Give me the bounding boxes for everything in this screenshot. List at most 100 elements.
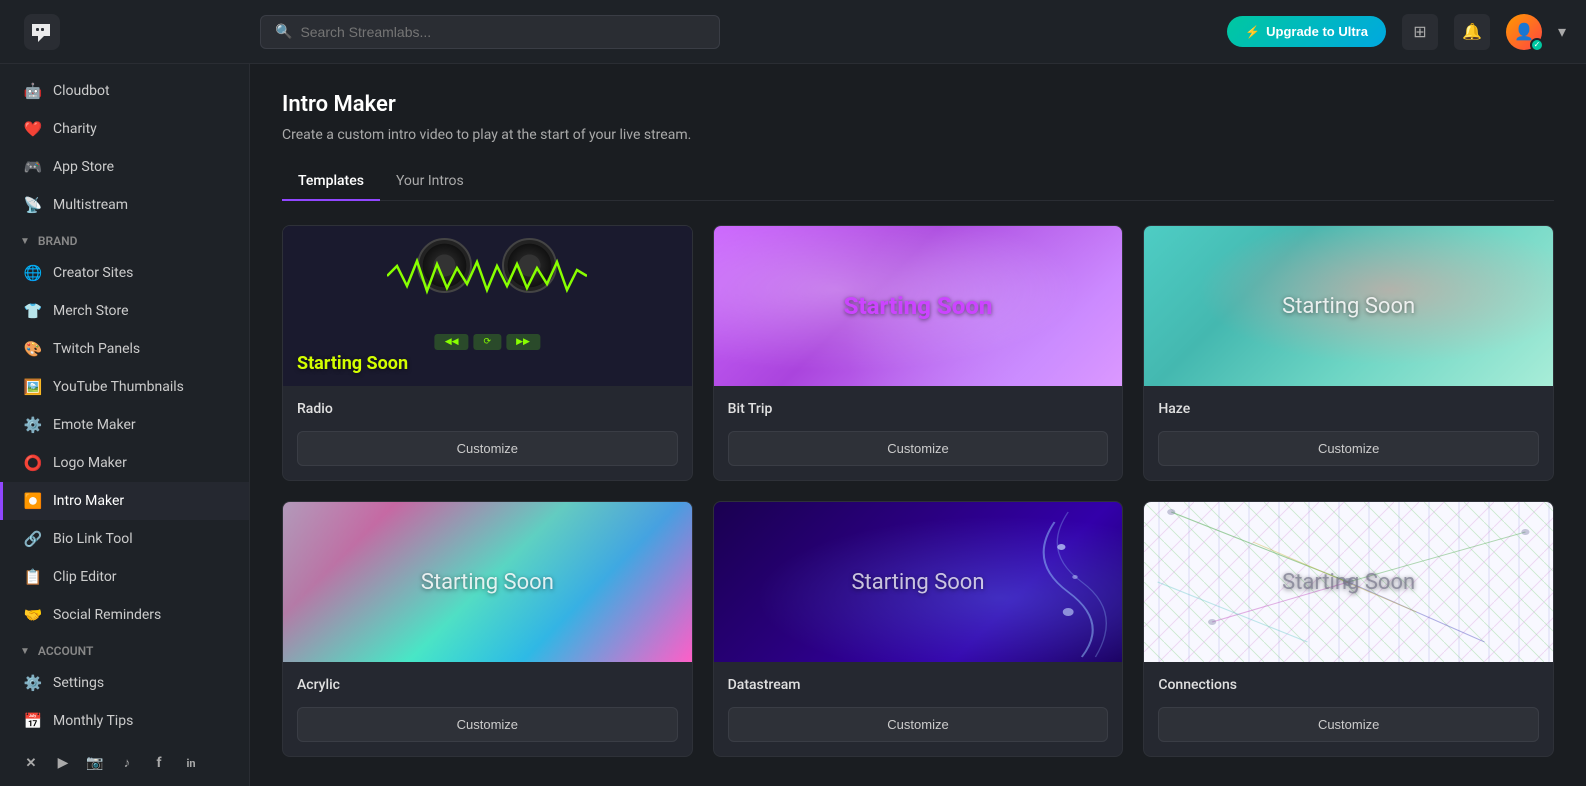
sidebar-item-cloudbot[interactable]: 🤖 Cloudbot bbox=[0, 72, 249, 110]
template-grid: ◀◀ ⟳ ▶▶ Starting Soon Radio Customize St… bbox=[282, 225, 1554, 757]
avatar-chevron[interactable]: ▾ bbox=[1558, 22, 1566, 41]
sidebar-item-emote-maker[interactable]: ⚙️ Emote Maker bbox=[0, 406, 249, 444]
sidebar-item-label: Twitch Panels bbox=[53, 341, 140, 357]
social-reminders-icon: 🤝 bbox=[23, 605, 43, 625]
sidebar-item-label: Merch Store bbox=[53, 303, 129, 319]
sidebar-item-label: Monthly Tips bbox=[53, 713, 133, 729]
haze-preview-text: Starting Soon bbox=[1282, 294, 1415, 319]
template-preview-datastream: Starting Soon bbox=[714, 502, 1123, 662]
radio-bg: ◀◀ ⟳ ▶▶ Starting Soon bbox=[283, 226, 692, 386]
template-name-haze: Haze bbox=[1158, 401, 1190, 417]
sidebar-item-multistream[interactable]: 📡 Multistream bbox=[0, 186, 249, 224]
logo[interactable] bbox=[20, 10, 64, 54]
template-name-acrylic: Acrylic bbox=[297, 677, 340, 693]
facebook-icon[interactable]: f bbox=[148, 752, 170, 774]
sidebar-item-monthly-tips[interactable]: 📅 Monthly Tips bbox=[0, 702, 249, 740]
sidebar-item-label: Settings bbox=[53, 675, 104, 691]
avatar-badge: ✓ bbox=[1530, 38, 1544, 52]
emote-maker-icon: ⚙️ bbox=[23, 415, 43, 435]
sidebar-item-social-reminders[interactable]: 🤝 Social Reminders bbox=[0, 596, 249, 634]
brand-section-header[interactable]: ▼ Brand bbox=[0, 224, 249, 254]
merch-store-icon: 👕 bbox=[23, 301, 43, 321]
template-info-bittrip: Bit Trip bbox=[714, 386, 1123, 421]
upgrade-button[interactable]: ⚡ Upgrade to Ultra bbox=[1227, 16, 1386, 47]
sidebar-item-merch-store[interactable]: 👕 Merch Store bbox=[0, 292, 249, 330]
tiktok-icon[interactable]: ♪ bbox=[116, 752, 138, 774]
template-preview-haze: Starting Soon bbox=[1144, 226, 1553, 386]
sidebar-item-appstore[interactable]: 🎮 App Store bbox=[0, 148, 249, 186]
grid-button[interactable]: ⊞ bbox=[1402, 14, 1438, 50]
sidebar-item-label: Bio Link Tool bbox=[53, 531, 133, 547]
linkedin-icon[interactable]: in bbox=[180, 752, 202, 774]
social-icons-row: ✕ ▶ 📷 ♪ f in 💬 bbox=[0, 740, 249, 786]
sidebar-item-label: Multistream bbox=[53, 197, 128, 213]
template-card-bittrip: Starting Soon Bit Trip Customize bbox=[713, 225, 1124, 481]
sidebar-item-label: Cloudbot bbox=[53, 83, 110, 99]
sidebar-item-creator-sites[interactable]: 🌐 Creator Sites bbox=[0, 254, 249, 292]
account-section-header[interactable]: ▼ Account bbox=[0, 634, 249, 664]
main-layout: 🤖 Cloudbot ❤️ Charity 🎮 App Store 📡 Mult… bbox=[0, 64, 1586, 786]
page-title: Intro Maker bbox=[282, 92, 1554, 117]
tab-templates[interactable]: Templates bbox=[282, 165, 380, 201]
notifications-button[interactable]: 🔔 bbox=[1454, 14, 1490, 50]
sidebar-item-label: Emote Maker bbox=[53, 417, 136, 433]
youtube-icon[interactable]: ▶ bbox=[52, 752, 74, 774]
sidebar-item-clip-editor[interactable]: 📋 Clip Editor bbox=[0, 558, 249, 596]
template-card-haze: Starting Soon Haze Customize bbox=[1143, 225, 1554, 481]
template-info-acrylic: Acrylic bbox=[283, 662, 692, 697]
sidebar-item-settings[interactable]: ⚙️ Settings bbox=[0, 664, 249, 702]
template-name-bittrip: Bit Trip bbox=[728, 401, 773, 417]
template-preview-bittrip: Starting Soon bbox=[714, 226, 1123, 386]
grid-icon: ⊞ bbox=[1413, 22, 1426, 41]
account-chevron-icon: ▼ bbox=[20, 646, 30, 657]
template-name-radio: Radio bbox=[297, 401, 333, 417]
content-area: Intro Maker Create a custom intro video … bbox=[250, 64, 1586, 786]
customize-button-datastream[interactable]: Customize bbox=[728, 707, 1109, 742]
twitch-panels-icon: 🎨 bbox=[23, 339, 43, 359]
customize-button-radio[interactable]: Customize bbox=[297, 431, 678, 466]
template-card-radio: ◀◀ ⟳ ▶▶ Starting Soon Radio Customize bbox=[282, 225, 693, 481]
settings-icon: ⚙️ bbox=[23, 673, 43, 693]
sidebar: 🤖 Cloudbot ❤️ Charity 🎮 App Store 📡 Mult… bbox=[0, 64, 250, 786]
monthly-tips-icon: 📅 bbox=[23, 711, 43, 731]
template-preview-connections: Starting Soon bbox=[1144, 502, 1553, 662]
sidebar-item-twitch-panels[interactable]: 🎨 Twitch Panels bbox=[0, 330, 249, 368]
sidebar-item-intro-maker[interactable]: ⏺️ Intro Maker bbox=[0, 482, 249, 520]
appstore-icon: 🎮 bbox=[23, 157, 43, 177]
template-preview-acrylic: Starting Soon bbox=[283, 502, 692, 662]
avatar-button[interactable]: 👤 ✓ bbox=[1506, 14, 1542, 50]
logo-maker-icon: ⭕ bbox=[23, 453, 43, 473]
sidebar-item-youtube-thumbnails[interactable]: 🖼️ YouTube Thumbnails bbox=[0, 368, 249, 406]
upgrade-label: Upgrade to Ultra bbox=[1266, 24, 1368, 39]
tabs-bar: Templates Your Intros bbox=[282, 165, 1554, 201]
sidebar-item-label: Intro Maker bbox=[53, 493, 124, 509]
template-name-datastream: Datastream bbox=[728, 677, 801, 693]
sidebar-item-charity[interactable]: ❤️ Charity bbox=[0, 110, 249, 148]
template-card-acrylic: Starting Soon Acrylic Customize bbox=[282, 501, 693, 757]
customize-button-haze[interactable]: Customize bbox=[1158, 431, 1539, 466]
search-bar[interactable]: 🔍 bbox=[260, 15, 720, 49]
instagram-icon[interactable]: 📷 bbox=[84, 752, 106, 774]
charity-icon: ❤️ bbox=[23, 119, 43, 139]
search-input[interactable] bbox=[300, 24, 705, 40]
template-info-connections: Connections bbox=[1144, 662, 1553, 697]
sidebar-item-bio-link-tool[interactable]: 🔗 Bio Link Tool bbox=[0, 520, 249, 558]
template-info-haze: Haze bbox=[1144, 386, 1553, 421]
sidebar-item-label: App Store bbox=[53, 159, 114, 175]
cloudbot-icon: 🤖 bbox=[23, 81, 43, 101]
bio-link-icon: 🔗 bbox=[23, 529, 43, 549]
tab-your-intros[interactable]: Your Intros bbox=[380, 165, 480, 201]
sidebar-item-label: Clip Editor bbox=[53, 569, 117, 585]
customize-button-connections[interactable]: Customize bbox=[1158, 707, 1539, 742]
twitter-x-icon[interactable]: ✕ bbox=[20, 752, 42, 774]
topbar: 🔍 ⚡ Upgrade to Ultra ⊞ 🔔 👤 ✓ ▾ bbox=[0, 0, 1586, 64]
sidebar-item-logo-maker[interactable]: ⭕ Logo Maker bbox=[0, 444, 249, 482]
radio-preview-text: Starting Soon bbox=[297, 353, 408, 374]
customize-button-acrylic[interactable]: Customize bbox=[297, 707, 678, 742]
acrylic-preview-text: Starting Soon bbox=[421, 570, 554, 595]
template-info-radio: Radio bbox=[283, 386, 692, 421]
clip-editor-icon: 📋 bbox=[23, 567, 43, 587]
account-section-label: Account bbox=[38, 644, 93, 658]
customize-button-bittrip[interactable]: Customize bbox=[728, 431, 1109, 466]
creator-sites-icon: 🌐 bbox=[23, 263, 43, 283]
